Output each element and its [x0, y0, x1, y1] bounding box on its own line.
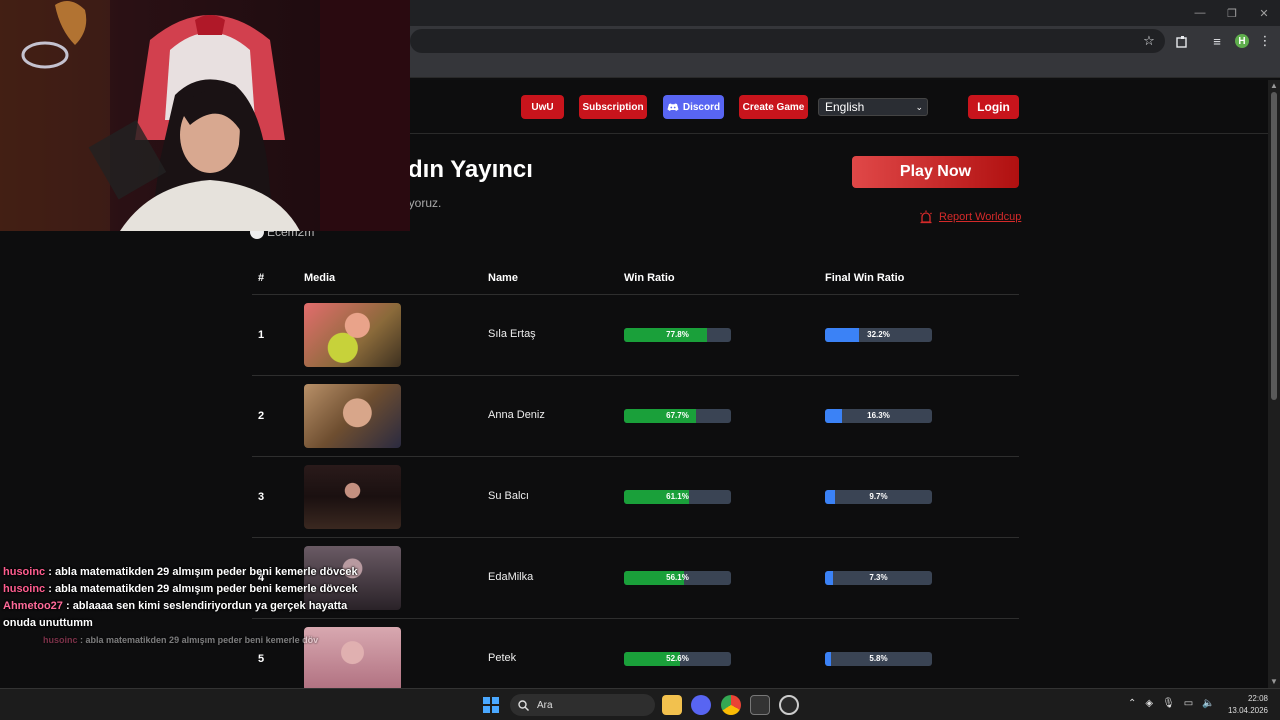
- menu-icon[interactable]: ⋮: [1256, 32, 1274, 50]
- chat-overlay: husoinc : abla matematikden 29 almışım p…: [3, 564, 383, 649]
- clock-time: 22:08: [1247, 694, 1268, 703]
- rank: 1: [258, 329, 265, 341]
- clock-date: 13.04.2026: [1227, 706, 1268, 715]
- win-ratio-bar: 56.1%: [624, 571, 731, 585]
- contestant-name: Anna Deniz: [488, 409, 545, 421]
- chrome-icon[interactable]: [721, 695, 741, 715]
- table-row[interactable]: 3 Su Balcı 61.1% 9.7%: [252, 457, 1019, 538]
- chat-username: Ahmetoo27: [3, 600, 63, 612]
- rank: 5: [258, 653, 265, 665]
- final-win-ratio-bar: 5.8%: [825, 652, 932, 666]
- media-icon[interactable]: ≡: [1208, 32, 1226, 50]
- table-header: # Media Name Win Ratio Final Win Ratio: [252, 264, 1019, 295]
- table-row[interactable]: 2 Anna Deniz 67.7% 16.3%: [252, 376, 1019, 457]
- final-win-ratio-bar: 7.3%: [825, 571, 932, 585]
- extensions-icon[interactable]: [1173, 32, 1191, 50]
- search-icon: [518, 699, 529, 711]
- profile-avatar[interactable]: H: [1235, 34, 1249, 48]
- minimize-button[interactable]: —: [1184, 0, 1216, 26]
- discord-app-icon[interactable]: [691, 695, 711, 715]
- network-icon[interactable]: ◈: [1145, 698, 1153, 709]
- chat-message: Ahmetoo27 : ablaaaa sen kimi seslendiriy…: [3, 598, 383, 632]
- start-icon[interactable]: [483, 697, 499, 713]
- chat-text: : abla matematikden 29 almışım peder ben…: [80, 635, 319, 645]
- col-media: Media: [304, 272, 336, 284]
- display-icon[interactable]: ▭: [1184, 698, 1193, 709]
- contestant-name: Petek: [488, 652, 517, 664]
- discord-button[interactable]: Discord: [663, 95, 724, 119]
- report-label: Report Worldcup: [939, 211, 1022, 223]
- win-ratio-bar: 67.7%: [624, 409, 731, 423]
- discord-label: Discord: [682, 101, 721, 113]
- col-final-win-ratio: Final Win Ratio: [825, 272, 905, 284]
- taskbar-search[interactable]: Ara: [510, 694, 655, 716]
- col-name: Name: [488, 272, 518, 284]
- epic-games-icon[interactable]: [750, 695, 770, 715]
- contestant-photo[interactable]: [304, 303, 401, 367]
- language-value: English: [825, 100, 865, 114]
- chevron-down-icon: ⌄: [915, 102, 923, 112]
- scroll-down-arrow-icon[interactable]: ▼: [1268, 676, 1280, 688]
- subscription-button[interactable]: Subscription: [579, 95, 647, 119]
- chevron-up-icon[interactable]: ⌃: [1128, 698, 1136, 709]
- contestant-photo[interactable]: [304, 465, 401, 529]
- chat-message: husoinc : abla matematikden 29 almışım p…: [3, 581, 383, 598]
- page-title: dın Yayıncı: [408, 156, 533, 183]
- screen: — ❐ ✕ ☆ ≡ H ⋮ UwU Subscription Discord C…: [0, 0, 1280, 720]
- chat-message: husoinc : abla matematikden 29 almışım p…: [3, 632, 383, 649]
- file-explorer-icon[interactable]: [662, 695, 682, 715]
- chat-text: : abla matematikden 29 almışım peder ben…: [48, 566, 358, 578]
- login-button[interactable]: Login: [968, 95, 1019, 119]
- chat-username: husoinc: [43, 635, 78, 645]
- win-ratio-bar: 77.8%: [624, 328, 731, 342]
- microphone-icon[interactable]: 🎙: [1162, 698, 1175, 709]
- scroll-up-arrow-icon[interactable]: ▲: [1268, 80, 1280, 92]
- language-select[interactable]: English ⌄: [818, 98, 928, 116]
- windows-taskbar: Ara ⌃ ◈ 🎙 ▭ 🔈 22:08 13.04.2026: [0, 688, 1280, 720]
- volume-icon[interactable]: 🔈: [1202, 698, 1214, 709]
- contestant-name: Su Balcı: [488, 490, 529, 502]
- system-tray: ⌃ ◈ 🎙 ▭ 🔈: [1128, 698, 1215, 709]
- final-win-ratio-bar: 32.2%: [825, 328, 932, 342]
- scroll-thumb[interactable]: [1271, 92, 1277, 400]
- chat-text: : abla matematikden 29 almışım peder ben…: [48, 583, 358, 595]
- col-rank: #: [258, 272, 265, 284]
- play-now-button[interactable]: Play Now: [852, 156, 1019, 188]
- win-ratio-bar: 52.6%: [624, 652, 731, 666]
- restore-button[interactable]: ❐: [1216, 0, 1248, 26]
- contestant-photo[interactable]: [304, 384, 401, 448]
- win-ratio-bar: 61.1%: [624, 490, 731, 504]
- rank: 3: [258, 491, 265, 503]
- final-win-ratio-bar: 9.7%: [825, 490, 932, 504]
- contestant-name: EdaMilka: [488, 571, 534, 583]
- chat-message: husoinc : abla matematikden 29 almışım p…: [3, 564, 383, 581]
- webcam-image: [0, 0, 410, 231]
- final-win-ratio-bar: 16.3%: [825, 409, 932, 423]
- rank: 2: [258, 410, 265, 422]
- create-game-button[interactable]: Create Game: [739, 95, 808, 119]
- app-icon[interactable]: [779, 695, 799, 715]
- uwu-button[interactable]: UwU: [521, 95, 564, 119]
- table-row[interactable]: 1 Sıla Ertaş 77.8% 32.2%: [252, 295, 1019, 376]
- clock[interactable]: 22:08 13.04.2026: [1228, 693, 1268, 717]
- siren-icon: [920, 210, 932, 224]
- webcam-overlay: [0, 0, 410, 231]
- chat-username: husoinc: [3, 583, 46, 595]
- col-win-ratio: Win Ratio: [624, 272, 675, 284]
- close-button[interactable]: ✕: [1248, 0, 1280, 26]
- window-controls: — ❐ ✕: [1184, 0, 1280, 26]
- page-scrollbar[interactable]: ▲ ▼: [1268, 80, 1280, 688]
- search-label: Ara: [537, 699, 553, 711]
- report-worldcup-link[interactable]: Report Worldcup: [919, 210, 1021, 224]
- discord-icon: [667, 103, 679, 111]
- contestant-name: Sıla Ertaş: [488, 328, 536, 340]
- chat-username: husoinc: [3, 566, 46, 578]
- address-bar[interactable]: [410, 29, 1165, 53]
- star-icon[interactable]: ☆: [1140, 32, 1158, 50]
